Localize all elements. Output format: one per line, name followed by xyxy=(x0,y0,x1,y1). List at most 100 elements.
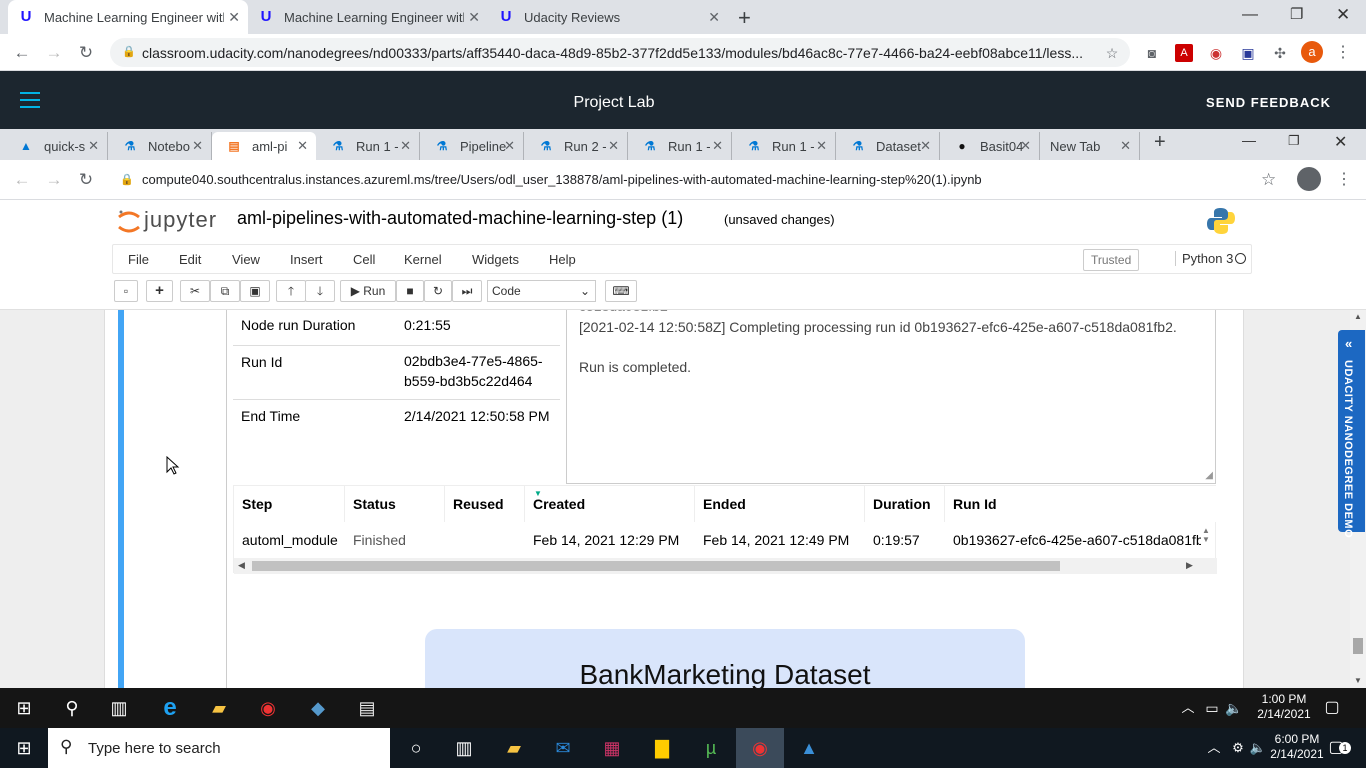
close-icon[interactable]: ✕ xyxy=(297,138,308,154)
outer-tab-3[interactable]: U Udacity Reviews ✕ xyxy=(488,0,728,34)
extension-icon[interactable]: ◉ xyxy=(1207,44,1225,62)
inner-tab[interactable]: ▲ quick-s ✕ xyxy=(4,132,108,160)
menu-dots-icon[interactable]: ⋮ xyxy=(1336,169,1352,189)
inner-tab[interactable]: ⚗ Run 1 - ✕ xyxy=(732,132,836,160)
close-window-icon[interactable]: ✕ xyxy=(1336,5,1350,25)
windows-start-icon[interactable]: ⊞ xyxy=(12,736,36,760)
save-icon[interactable]: ▫ xyxy=(114,280,138,302)
close-icon[interactable]: ✕ xyxy=(712,138,723,154)
outer-tab-2[interactable]: U Machine Learning Engineer with ✕ xyxy=(248,0,488,34)
horizontal-scrollbar[interactable]: ◀ ▶ xyxy=(234,558,1217,574)
back-icon[interactable]: ← xyxy=(11,169,33,191)
pdf-extension-icon[interactable]: A xyxy=(1175,44,1193,62)
inner-tab[interactable]: ⚗ Run 2 - ✕ xyxy=(524,132,628,160)
paste-icon[interactable]: ▣ xyxy=(240,280,270,302)
menu-insert[interactable]: Insert xyxy=(290,252,323,267)
column-header[interactable]: Duration xyxy=(865,486,945,522)
screen-extension-icon[interactable]: ▣ xyxy=(1239,44,1257,62)
add-cell-icon[interactable]: + xyxy=(146,280,173,302)
tray-chevron-icon[interactable]: ︿ xyxy=(1176,696,1200,720)
stop-icon[interactable]: ■ xyxy=(396,280,424,302)
windows-start-icon[interactable]: ⊞ xyxy=(12,696,36,720)
column-header[interactable]: Reused xyxy=(445,486,525,522)
profile-avatar[interactable]: a xyxy=(1301,41,1323,63)
run-button[interactable]: ▶ Run xyxy=(340,280,396,302)
minimize-icon[interactable]: — xyxy=(1242,6,1258,24)
tray-chevron-icon[interactable]: ︿ xyxy=(1202,736,1226,760)
keyboard-icon[interactable]: ⌨ xyxy=(605,280,637,302)
outer-tab-1[interactable]: U Machine Learning Engineer with ✕ xyxy=(8,0,248,34)
scroll-up-icon[interactable]: ▲ xyxy=(1354,312,1362,321)
forward-icon[interactable]: → xyxy=(43,169,65,191)
utorrent-icon[interactable]: µ xyxy=(699,736,723,760)
restore-icon[interactable]: ❐ xyxy=(1288,133,1300,149)
menu-view[interactable]: View xyxy=(232,252,260,267)
star-icon[interactable]: ☆ xyxy=(1261,170,1276,190)
vertical-scroll-arrows-icon[interactable]: ▲ ▼ xyxy=(1202,526,1210,544)
volume-icon[interactable]: 🔈 xyxy=(1222,696,1246,720)
close-icon[interactable]: ✕ xyxy=(192,138,203,154)
close-icon[interactable]: ✕ xyxy=(708,9,720,26)
scroll-right-icon[interactable]: ▶ xyxy=(1186,560,1193,571)
notebook-name[interactable]: aml-pipelines-with-automated-machine-lea… xyxy=(237,208,683,229)
scrollbar-thumb[interactable] xyxy=(252,561,1060,571)
inner-tab[interactable]: ● Basit04 ✕ xyxy=(940,132,1040,160)
column-header[interactable]: Step xyxy=(234,486,345,522)
menu-dots-icon[interactable]: ⋮ xyxy=(1334,44,1352,62)
forward-icon[interactable]: → xyxy=(43,42,65,64)
back-icon[interactable]: ← xyxy=(11,42,33,64)
taskbar-search[interactable]: ⚲ Type here to search xyxy=(48,728,390,768)
notification-icon[interactable]: ▢ xyxy=(1320,696,1344,720)
inner-address-url[interactable]: compute040.southcentralus.instances.azur… xyxy=(142,172,982,187)
search-icon[interactable]: ⚲ xyxy=(60,696,84,720)
reload-icon[interactable]: ↻ xyxy=(75,169,97,191)
camera-icon[interactable]: ◙ xyxy=(1143,44,1161,62)
copy-icon[interactable]: ⧉ xyxy=(210,280,240,302)
close-icon[interactable]: ✕ xyxy=(228,9,240,26)
document-app-icon[interactable]: ▤ xyxy=(355,696,379,720)
inner-tab-active[interactable]: ▤ aml-pi ✕ xyxy=(212,132,316,160)
close-window-icon[interactable]: ✕ xyxy=(1334,132,1347,152)
scrollbar-thumb[interactable] xyxy=(1353,638,1363,654)
close-icon[interactable]: ✕ xyxy=(400,138,411,154)
restart-icon[interactable]: ↻ xyxy=(424,280,452,302)
internet-explorer-icon[interactable]: e xyxy=(158,696,182,720)
puzzle-icon[interactable]: ✣ xyxy=(1271,44,1289,62)
menu-cell[interactable]: Cell xyxy=(353,252,375,267)
move-up-icon[interactable]: 🡑 xyxy=(276,280,306,302)
menu-widgets[interactable]: Widgets xyxy=(472,252,519,267)
minimize-icon[interactable]: — xyxy=(1242,132,1256,148)
task-view-icon[interactable]: ▥ xyxy=(452,736,476,760)
column-header[interactable]: Ended xyxy=(695,486,865,522)
chrome-icon[interactable]: ◉ xyxy=(256,696,280,720)
inner-tab[interactable]: ⚗ Run 1 - ✕ xyxy=(628,132,732,160)
fast-forward-icon[interactable]: ⏭ xyxy=(452,280,482,302)
menu-file[interactable]: File xyxy=(128,252,149,267)
menu-edit[interactable]: Edit xyxy=(179,252,201,267)
remote-clock[interactable]: 1:00 PM 2/14/2021 xyxy=(1246,692,1322,722)
send-feedback-button[interactable]: SEND FEEDBACK xyxy=(1206,95,1331,110)
menu-help[interactable]: Help xyxy=(549,252,576,267)
inner-new-tab-button[interactable]: + xyxy=(1154,131,1166,154)
resize-handle-icon[interactable]: ◢ xyxy=(1205,470,1213,481)
close-icon[interactable]: ✕ xyxy=(504,138,515,154)
star-icon[interactable]: ☆ xyxy=(1103,44,1121,62)
reload-icon[interactable]: ↻ xyxy=(75,42,97,64)
inner-tab[interactable]: ⚗ Dataset ✕ xyxy=(836,132,940,160)
inner-tab[interactable]: ⚗ Run 1 - ✕ xyxy=(316,132,420,160)
trusted-badge[interactable]: Trusted xyxy=(1083,249,1140,271)
sticky-notes-icon[interactable]: ▇ xyxy=(650,736,674,760)
close-icon[interactable]: ✕ xyxy=(608,138,619,154)
profile-icon[interactable] xyxy=(1297,167,1321,191)
column-header[interactable]: Run Id xyxy=(945,486,1217,522)
close-icon[interactable]: ✕ xyxy=(468,9,480,26)
scroll-down-icon[interactable]: ▼ xyxy=(1354,676,1362,685)
restore-icon[interactable]: ❐ xyxy=(1290,5,1303,23)
address-url[interactable]: classroom.udacity.com/nanodegrees/nd0033… xyxy=(142,45,1102,61)
mail-icon[interactable]: ✉ xyxy=(551,736,575,760)
cell-type-select[interactable]: Code ⌄ xyxy=(487,280,596,302)
file-explorer-icon[interactable]: ▰ xyxy=(207,696,231,720)
close-icon[interactable]: ✕ xyxy=(88,138,99,154)
inner-tab[interactable]: New Tab ✕ xyxy=(1040,132,1140,160)
close-icon[interactable]: ✕ xyxy=(816,138,827,154)
